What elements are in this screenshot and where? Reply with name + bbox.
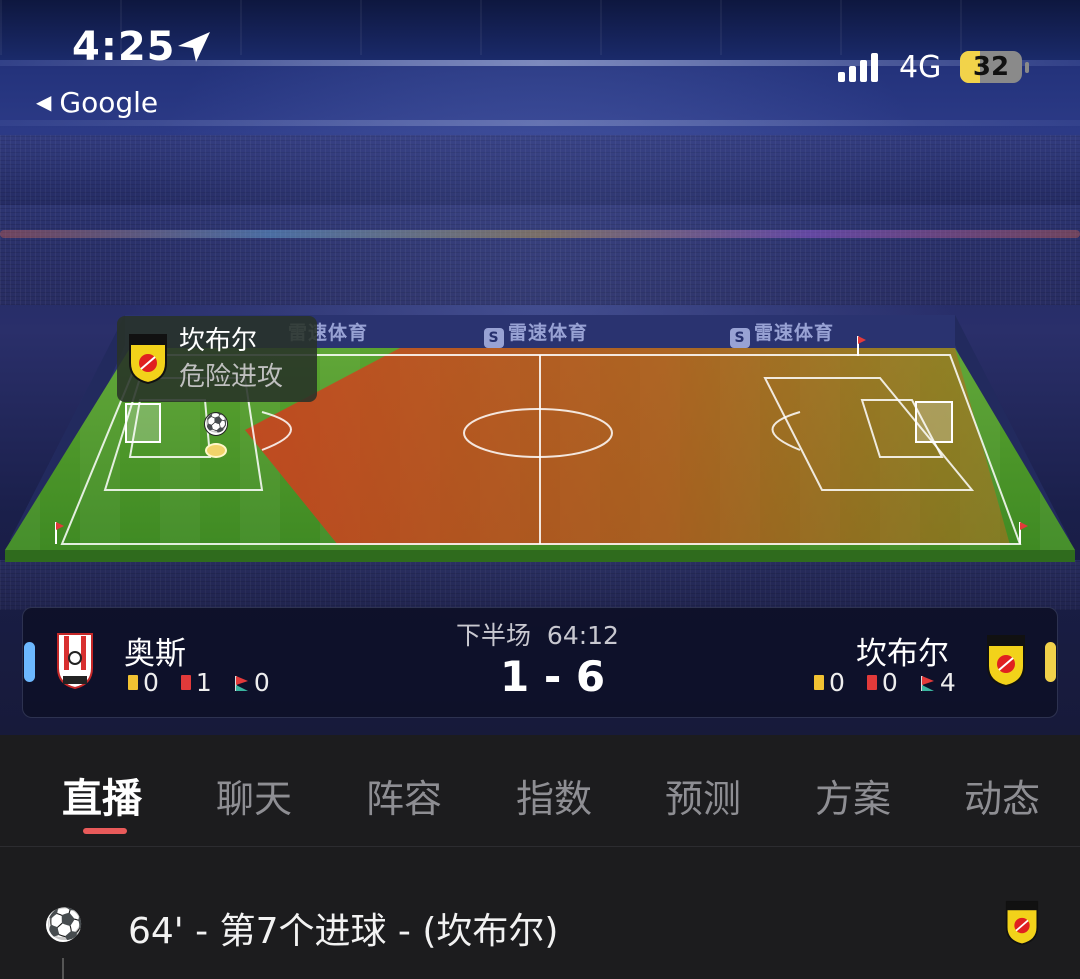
location-arrow-icon	[178, 32, 210, 62]
match-score: 1 - 6	[500, 652, 606, 701]
match-clock: 64:12	[546, 621, 619, 650]
battery-percent: 32	[972, 52, 1010, 82]
away-team-name[interactable]: 坎布尔	[856, 628, 949, 673]
crowd-upper	[0, 135, 1080, 205]
light-band	[0, 120, 1080, 126]
tab-odds[interactable]: 指数	[516, 768, 592, 823]
tab-lineup[interactable]: 阵容	[366, 768, 442, 823]
status-time: 4:25	[72, 24, 176, 70]
away-corner-count: 4	[939, 668, 956, 697]
active-tab-indicator	[83, 828, 127, 834]
attack-team: 坎布尔	[179, 326, 258, 356]
stand-ring	[0, 230, 1080, 238]
match-period: 下半场 64:12	[456, 616, 619, 652]
crowd-middle	[0, 205, 1080, 305]
yellow-card-icon	[814, 675, 824, 690]
leisu-logo-icon: S	[730, 328, 750, 348]
back-app-label: Google	[59, 86, 159, 119]
cambuur-badge-icon	[1005, 900, 1039, 946]
period-label: 下半场	[456, 621, 532, 650]
home-team-color-bar	[24, 642, 35, 682]
soccer-ball-icon: ⚽	[46, 907, 84, 942]
away-team-stats: 0 0 4	[814, 668, 956, 697]
corner-flag-icon	[234, 675, 248, 691]
home-team-name[interactable]: 奥斯	[124, 628, 186, 673]
timeline-line	[62, 958, 64, 979]
tab-chat[interactable]: 聊天	[216, 768, 292, 823]
red-card-icon	[866, 675, 877, 690]
back-triangle-icon: ◀	[36, 90, 52, 114]
tab-plan[interactable]: 方案	[815, 768, 891, 823]
home-yellow-count: 0	[143, 668, 159, 697]
away-red-count: 0	[881, 668, 898, 697]
tab-prediction[interactable]: 预测	[665, 768, 741, 823]
home-team-badge-icon[interactable]	[56, 632, 94, 690]
battery-tip	[1025, 62, 1029, 73]
attack-status: 危险进攻	[179, 362, 284, 392]
red-card-icon	[180, 675, 191, 690]
away-team-badge-icon[interactable]	[986, 634, 1026, 688]
home-team-stats: 0 1 0	[128, 668, 270, 697]
attack-indicator: 坎布尔 危险进攻	[117, 316, 317, 402]
back-to-google-button[interactable]: ◀ Google	[36, 86, 158, 119]
yellow-card-icon	[128, 675, 138, 690]
leisu-logo-icon: S	[484, 328, 504, 348]
battery-icon: 32	[960, 51, 1022, 83]
cellular-signal-icon	[838, 52, 878, 82]
tab-live[interactable]: 直播	[62, 766, 142, 824]
away-yellow-count: 0	[829, 668, 845, 697]
ball-marker	[205, 443, 227, 458]
away-team-color-bar	[1045, 642, 1056, 682]
home-corner-count: 0	[253, 668, 270, 697]
tab-news[interactable]: 动态	[964, 768, 1040, 823]
ad-board: S 雷速体育	[484, 318, 588, 348]
event-text: 64' - 第7个进球 - (坎布尔)	[128, 911, 559, 952]
soccer-ball-icon: ⚽	[204, 412, 228, 436]
home-red-count: 1	[195, 668, 212, 697]
corner-flag-icon	[920, 675, 934, 691]
cambuur-badge-icon	[117, 316, 179, 402]
network-type: 4G	[899, 50, 942, 85]
ad-board: S 雷速体育	[730, 318, 834, 348]
